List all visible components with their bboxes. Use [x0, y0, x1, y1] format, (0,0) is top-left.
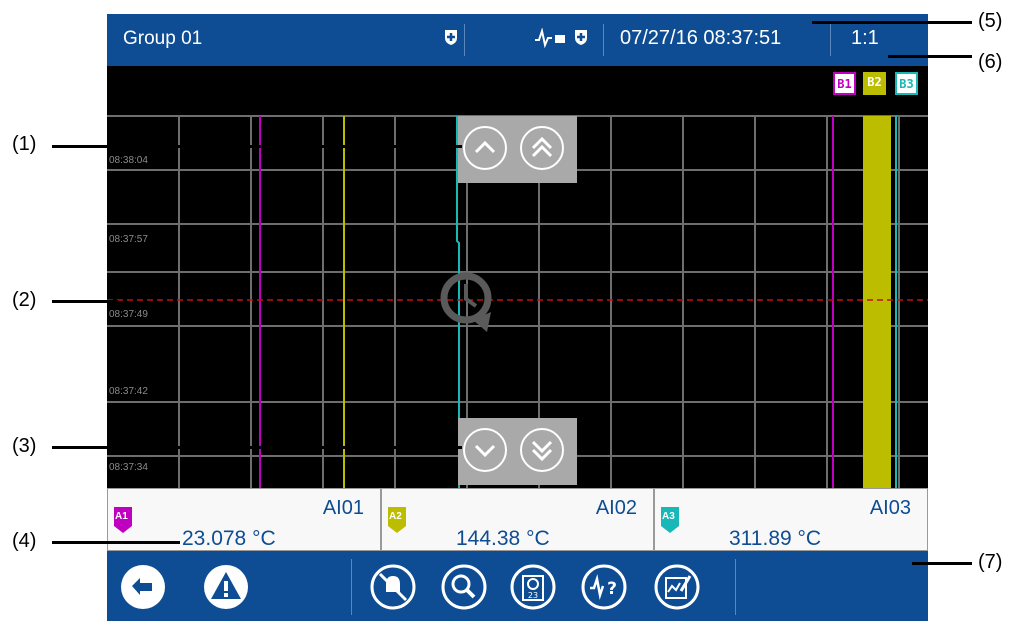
- search-icon[interactable]: [441, 564, 487, 610]
- clock-replay-icon[interactable]: [433, 268, 505, 340]
- tag-label: A2: [389, 511, 402, 522]
- callout-label: (6): [978, 51, 1003, 73]
- channel-name: AI03: [869, 497, 911, 519]
- svg-text:?: ?: [607, 579, 617, 599]
- header-divider: [464, 24, 465, 56]
- mute-alarm-icon[interactable]: [370, 564, 416, 610]
- tag-label: A1: [115, 511, 128, 522]
- time-label: 08:37:57: [109, 234, 148, 245]
- callout-line: [52, 446, 462, 449]
- marker-b3[interactable]: B3: [895, 72, 918, 95]
- marker-b2[interactable]: B2: [863, 72, 886, 95]
- warning-icon[interactable]: [203, 564, 249, 610]
- chevron-down-icon[interactable]: [463, 428, 507, 472]
- time-label: 08:37:49: [109, 309, 148, 320]
- callout-label: (4): [12, 530, 37, 552]
- double-chevron-down-icon[interactable]: [520, 428, 564, 472]
- double-chevron-up-icon[interactable]: [520, 126, 564, 170]
- time-label: 08:37:42: [109, 386, 148, 397]
- channel-value: 23.078 °C: [182, 527, 276, 550]
- back-icon[interactable]: [120, 564, 166, 610]
- chevron-up-icon[interactable]: [463, 126, 507, 170]
- header-bar: Group 01 07/27/16 08:37:51 1:1: [107, 14, 928, 66]
- channel-name: AI02: [595, 497, 637, 519]
- channel-name: AI01: [322, 497, 364, 519]
- scroll-up-panel: [458, 116, 577, 183]
- zoom-display[interactable]: 1:1: [851, 27, 879, 50]
- toolbar-divider: [735, 559, 736, 615]
- bottom-toolbar: 23 ?: [107, 551, 928, 621]
- chart-edit-icon[interactable]: [654, 564, 700, 610]
- header-divider: [830, 24, 831, 56]
- datetime-display: 07/27/16 08:37:51: [620, 27, 782, 49]
- signal-help-icon[interactable]: ?: [581, 564, 627, 610]
- trend-band-b2: [863, 116, 891, 488]
- callout-line: [52, 541, 180, 544]
- header-divider: [603, 24, 604, 56]
- callout-label: (7): [978, 551, 1003, 573]
- channel-cell-a2[interactable]: A2 AI02 144.38 °C: [381, 488, 654, 551]
- pulse-icon: [535, 28, 565, 48]
- channel-value: 311.89 °C: [729, 527, 822, 550]
- group-title[interactable]: Group 01: [123, 28, 202, 50]
- calendar-clock-icon[interactable]: 23: [510, 564, 556, 610]
- callout-line: [52, 145, 462, 148]
- toolbar-divider: [351, 559, 352, 615]
- channel-cell-a3[interactable]: A3 AI03 311.89 °C: [654, 488, 928, 551]
- shield-plus-icon: [575, 30, 587, 45]
- time-label: 08:38:04: [109, 155, 148, 166]
- channel-value: 144.38 °C: [456, 527, 550, 550]
- callout-line: [912, 562, 972, 565]
- callout-label: (5): [978, 10, 1003, 32]
- callout-label: (2): [12, 289, 37, 311]
- shield-plus-icon: [445, 30, 457, 45]
- trend-chart[interactable]: 08:38:04 08:37:57 08:37:49 08:37:42 08:3…: [107, 66, 928, 488]
- callout-line: [52, 300, 118, 303]
- callout-label: (3): [12, 435, 37, 457]
- marker-b1[interactable]: B1: [833, 72, 856, 95]
- callout-line: [888, 55, 972, 58]
- channel-value-panel: A1 AI01 23.078 °C A2 AI02 144.38 °C A3 A…: [107, 488, 928, 551]
- callout-line: [812, 21, 972, 24]
- time-label: 08:37:34: [109, 462, 148, 473]
- scroll-down-panel: [458, 418, 577, 485]
- tag-label: A3: [662, 511, 675, 522]
- svg-text:23: 23: [528, 591, 538, 600]
- callout-label: (1): [12, 133, 37, 155]
